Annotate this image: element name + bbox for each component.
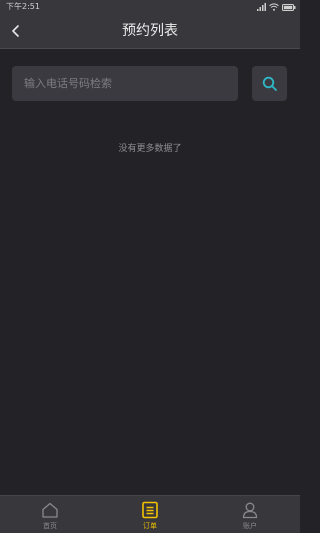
status-bar: 下午2:51 — [0, 0, 300, 14]
page-title: 预约列表 — [122, 23, 178, 39]
search-input[interactable] — [12, 66, 238, 101]
nav-item-order[interactable]: 订单 — [100, 496, 200, 533]
nav-label-order: 订单 — [143, 522, 157, 530]
home-icon — [40, 500, 60, 520]
nav-item-home[interactable]: 首页 — [0, 496, 100, 533]
empty-message: 没有更多数据了 — [118, 144, 182, 154]
order-icon — [140, 500, 160, 520]
battery-icon — [282, 3, 296, 11]
nav-label-home: 首页 — [43, 522, 57, 530]
search-icon — [262, 76, 277, 91]
user-icon — [240, 500, 260, 520]
search-button[interactable] — [252, 66, 287, 101]
bottom-nav: 首页 订单 账户 — [0, 495, 300, 533]
nav-label-account: 账户 — [243, 522, 257, 530]
nav-item-account[interactable]: 账户 — [200, 496, 300, 533]
signal-icon — [257, 3, 266, 11]
wifi-icon — [269, 3, 279, 11]
screen: 下午2:51 预约列表 输入电话号码检索 没有更多数据了 首页 订单 账户 — [0, 0, 300, 533]
status-time: 下午2:51 — [6, 2, 40, 11]
title-bar: 预约列表 — [0, 14, 300, 49]
status-icons — [257, 3, 296, 11]
